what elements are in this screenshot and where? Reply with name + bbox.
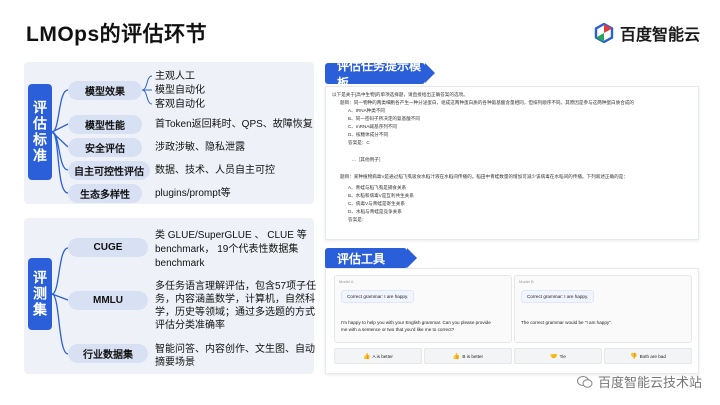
template-line: 题目：某种植物病毒V是通过稻飞虱吸食水稻汁液在水稻间传播的。稻田中青蛙数量的增加… xyxy=(340,174,628,179)
template-line: ...［其他例子］ xyxy=(352,157,384,162)
category-mmlu: MMLU xyxy=(68,291,148,310)
category-industry-datasets: 行业数据集 xyxy=(68,344,148,363)
model-a-response-line: I'm happy to help you with your English … xyxy=(341,320,491,325)
template-line: C、mRNA碱基序列不同 xyxy=(348,124,397,129)
model-b-panel: Model B Correct grammar: I are happy. Th… xyxy=(514,275,692,343)
detail-cuge-line3: benchmark xyxy=(155,258,205,269)
vote-a-better-button[interactable]: 👍 A is better xyxy=(334,348,422,364)
template-line: 答案是： xyxy=(348,217,367,222)
vote-b-better-button[interactable]: 👍 B is better xyxy=(424,348,512,364)
vote-label: B is better xyxy=(462,353,484,359)
model-a-label: Model A xyxy=(339,279,354,284)
model-a-response-line: me with a sentence or two that you'd lik… xyxy=(341,326,455,332)
vote-label: A is better xyxy=(372,353,393,359)
model-b-response: The correct grammar would be "I am happy… xyxy=(521,320,613,325)
template-line: A、tRNA种类不同 xyxy=(348,108,386,113)
eval-tool-box: Model A Correct grammar: I are happy. I'… xyxy=(325,268,699,374)
wechat-icon xyxy=(576,375,593,388)
vote-both-bad-button[interactable]: 👎 Both are bad xyxy=(604,348,692,364)
detail-cuge-line1: 类 GLUE/SuperGLUE 、 CLUE 等 xyxy=(155,230,307,241)
template-line: D、水稻与青蛙是竞争关系 xyxy=(348,209,402,214)
model-a-prompt: Correct grammar: I are happy. xyxy=(341,290,415,303)
detail-mmlu-line4: 评估分类准确率 xyxy=(155,320,225,331)
template-line: A、青蛙与稻飞虱是捕食关系 xyxy=(348,185,407,190)
template-line: 以下是关于[高中生物]的单项选择题，请直接给出正确答案的选项。 xyxy=(332,92,468,97)
template-line: 答案是：C xyxy=(348,140,370,145)
prompt-template-box: 以下是关于[高中生物]的单项选择题，请直接给出正确答案的选项。 题目：同一物种的… xyxy=(325,86,699,240)
vote-label: Both are bad xyxy=(639,353,666,359)
vote-tie-button[interactable]: 🤝 Tie xyxy=(514,348,602,364)
detail-industry-line1: 智能问答、内容创作、文生图、自动 xyxy=(155,344,315,355)
template-line: C、病毒V与青蛙是寄生关系 xyxy=(348,201,405,206)
template-line: B、水稻和病毒V是互利共生关系 xyxy=(348,193,414,198)
template-line: B、同一密码子所决定的氨基酸不同 xyxy=(348,116,420,121)
category-cuge: CUGE xyxy=(68,238,148,257)
detail-industry-line2: 摘要场景 xyxy=(155,357,195,368)
detail-mmlu-line2: 务，内容涵盖数学，计算机，自然科 xyxy=(155,294,315,305)
thumbs-up-icon: 👍 xyxy=(452,353,461,360)
detail-mmlu-line3: 学，历史等领域；通过多选题的方式 xyxy=(155,307,315,318)
watermark-text: 百度智能云技术站 xyxy=(597,375,702,390)
handshake-icon: 🤝 xyxy=(550,353,558,360)
model-a-panel: Model A Correct grammar: I are happy. I'… xyxy=(334,275,512,343)
vote-label: Tie xyxy=(559,353,566,359)
template-line: 题目：同一物种的两类细胞各产生一种分泌蛋白，组成这两种蛋白质的各种氨基酸含量相同… xyxy=(340,100,635,105)
watermark: 百度智能云技术站 xyxy=(576,372,702,391)
template-line: D、核糖体成分不同 xyxy=(348,132,389,137)
model-b-label: Model B xyxy=(519,279,534,284)
thumbs-up-icon: 👍 xyxy=(363,353,371,360)
detail-mmlu-line1: 多任务语言理解评估，包含57项子任 xyxy=(155,281,317,292)
detail-cuge-line2: benchmark， 19个代表性数据集 xyxy=(155,244,299,255)
eval-tool-header: 评估工具 xyxy=(325,248,417,269)
model-b-prompt: Correct grammar: I are happy. xyxy=(521,290,595,303)
prompt-template-header: 评估任务提示模板 xyxy=(325,59,435,90)
thumbs-down-icon: 👎 xyxy=(630,353,638,360)
model-a-response: I'm happy to help you with your English … xyxy=(341,320,491,333)
